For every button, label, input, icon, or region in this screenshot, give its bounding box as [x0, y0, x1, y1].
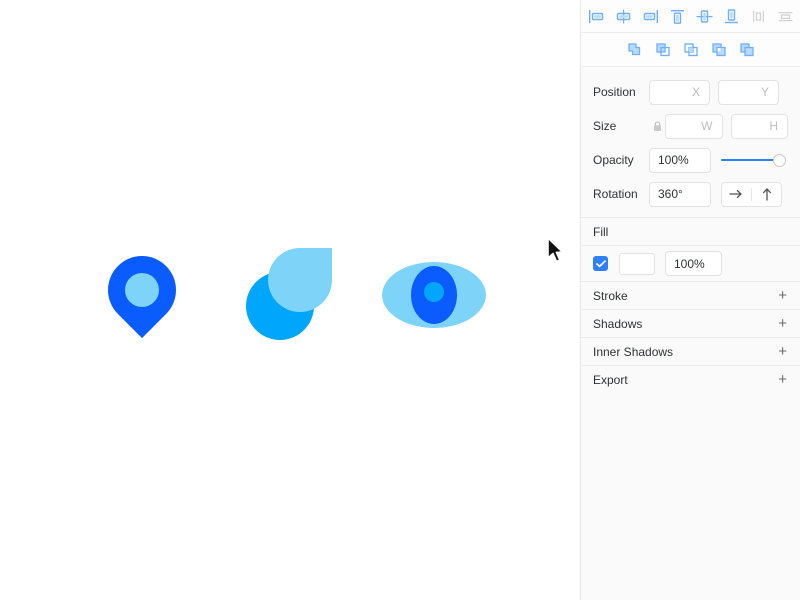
fill-opacity-slider[interactable] [734, 254, 788, 274]
position-x-input[interactable]: X [649, 79, 710, 105]
size-row: Size W H [581, 109, 800, 143]
opacity-slider-knob[interactable] [773, 153, 786, 167]
panel-empty-space [581, 393, 800, 600]
align-center-horizontal-icon[interactable] [613, 5, 633, 27]
fill-title: Fill [593, 224, 609, 239]
inner-shadows-section-header[interactable]: Inner Shadows + [581, 337, 800, 365]
transform-properties: Position X Y Size W H Opacity 100% Rotat… [581, 67, 800, 217]
position-row: Position X Y [581, 75, 800, 109]
boolean-operations-toolbar [581, 33, 800, 67]
export-title: Export [593, 372, 628, 387]
add-inner-shadow-button[interactable]: + [777, 344, 788, 359]
align-right-icon[interactable] [640, 5, 660, 27]
flatten-icon[interactable] [737, 39, 757, 61]
fill-opacity-input[interactable]: 100% [665, 251, 722, 276]
rotation-input[interactable]: 360° [649, 181, 711, 207]
opacity-label: Opacity [593, 153, 634, 167]
size-width-input[interactable]: W [665, 113, 723, 139]
droplet-leaf [268, 248, 332, 312]
opacity-slider-track [721, 159, 778, 161]
stroke-section-header[interactable]: Stroke + [581, 281, 800, 309]
align-middle-vertical-icon[interactable] [694, 5, 714, 27]
opacity-row: Opacity 100% [581, 143, 800, 177]
align-bottom-icon[interactable] [721, 5, 741, 27]
droplet-icon[interactable] [246, 248, 332, 340]
fill-color-swatch[interactable] [619, 252, 655, 275]
export-section-header[interactable]: Export + [581, 365, 800, 393]
inner-shadows-title: Inner Shadows [593, 344, 674, 359]
opacity-input[interactable]: 100% [649, 147, 711, 173]
subtract-icon[interactable] [653, 39, 673, 61]
canvas-area[interactable] [0, 0, 580, 600]
align-top-icon[interactable] [667, 5, 687, 27]
shadows-title: Shadows [593, 316, 643, 331]
fill-section-header: Fill [581, 217, 800, 245]
mouse-cursor [546, 236, 566, 266]
distribute-vertical-icon[interactable] [775, 5, 795, 27]
flip-vertical-button[interactable] [752, 183, 781, 206]
rotation-label: Rotation [593, 187, 638, 201]
shadows-section-header[interactable]: Shadows + [581, 309, 800, 337]
stroke-title: Stroke [593, 288, 628, 303]
position-label: Position [593, 85, 636, 99]
lock-icon[interactable] [649, 120, 665, 132]
map-pin-icon[interactable] [93, 241, 191, 344]
properties-panel: Position X Y Size W H Opacity 100% Rotat… [580, 0, 800, 600]
size-height-input[interactable]: H [730, 113, 788, 139]
intersect-icon[interactable] [681, 39, 701, 61]
opacity-slider[interactable] [721, 150, 786, 170]
add-shadow-button[interactable]: + [777, 316, 788, 331]
eye-pupil [424, 282, 444, 302]
rotation-row: Rotation 360° [581, 177, 800, 211]
flip-button-group [721, 181, 782, 207]
fill-visibility-checkbox[interactable] [593, 256, 608, 271]
distribute-horizontal-icon[interactable] [748, 5, 768, 27]
eye-icon[interactable] [382, 262, 486, 328]
fill-row: 100% [581, 245, 800, 281]
size-label: Size [593, 119, 617, 133]
align-toolbar [581, 0, 800, 33]
design-tool-window: Position X Y Size W H Opacity 100% Rotat… [0, 0, 800, 600]
union-icon[interactable] [625, 39, 645, 61]
add-export-button[interactable]: + [777, 372, 788, 387]
add-stroke-button[interactable]: + [777, 288, 788, 303]
position-y-input[interactable]: Y [718, 79, 779, 105]
exclude-icon[interactable] [709, 39, 729, 61]
align-left-icon[interactable] [586, 5, 606, 27]
flip-horizontal-button[interactable] [722, 183, 751, 206]
map-pin-inner-circle [125, 273, 159, 307]
